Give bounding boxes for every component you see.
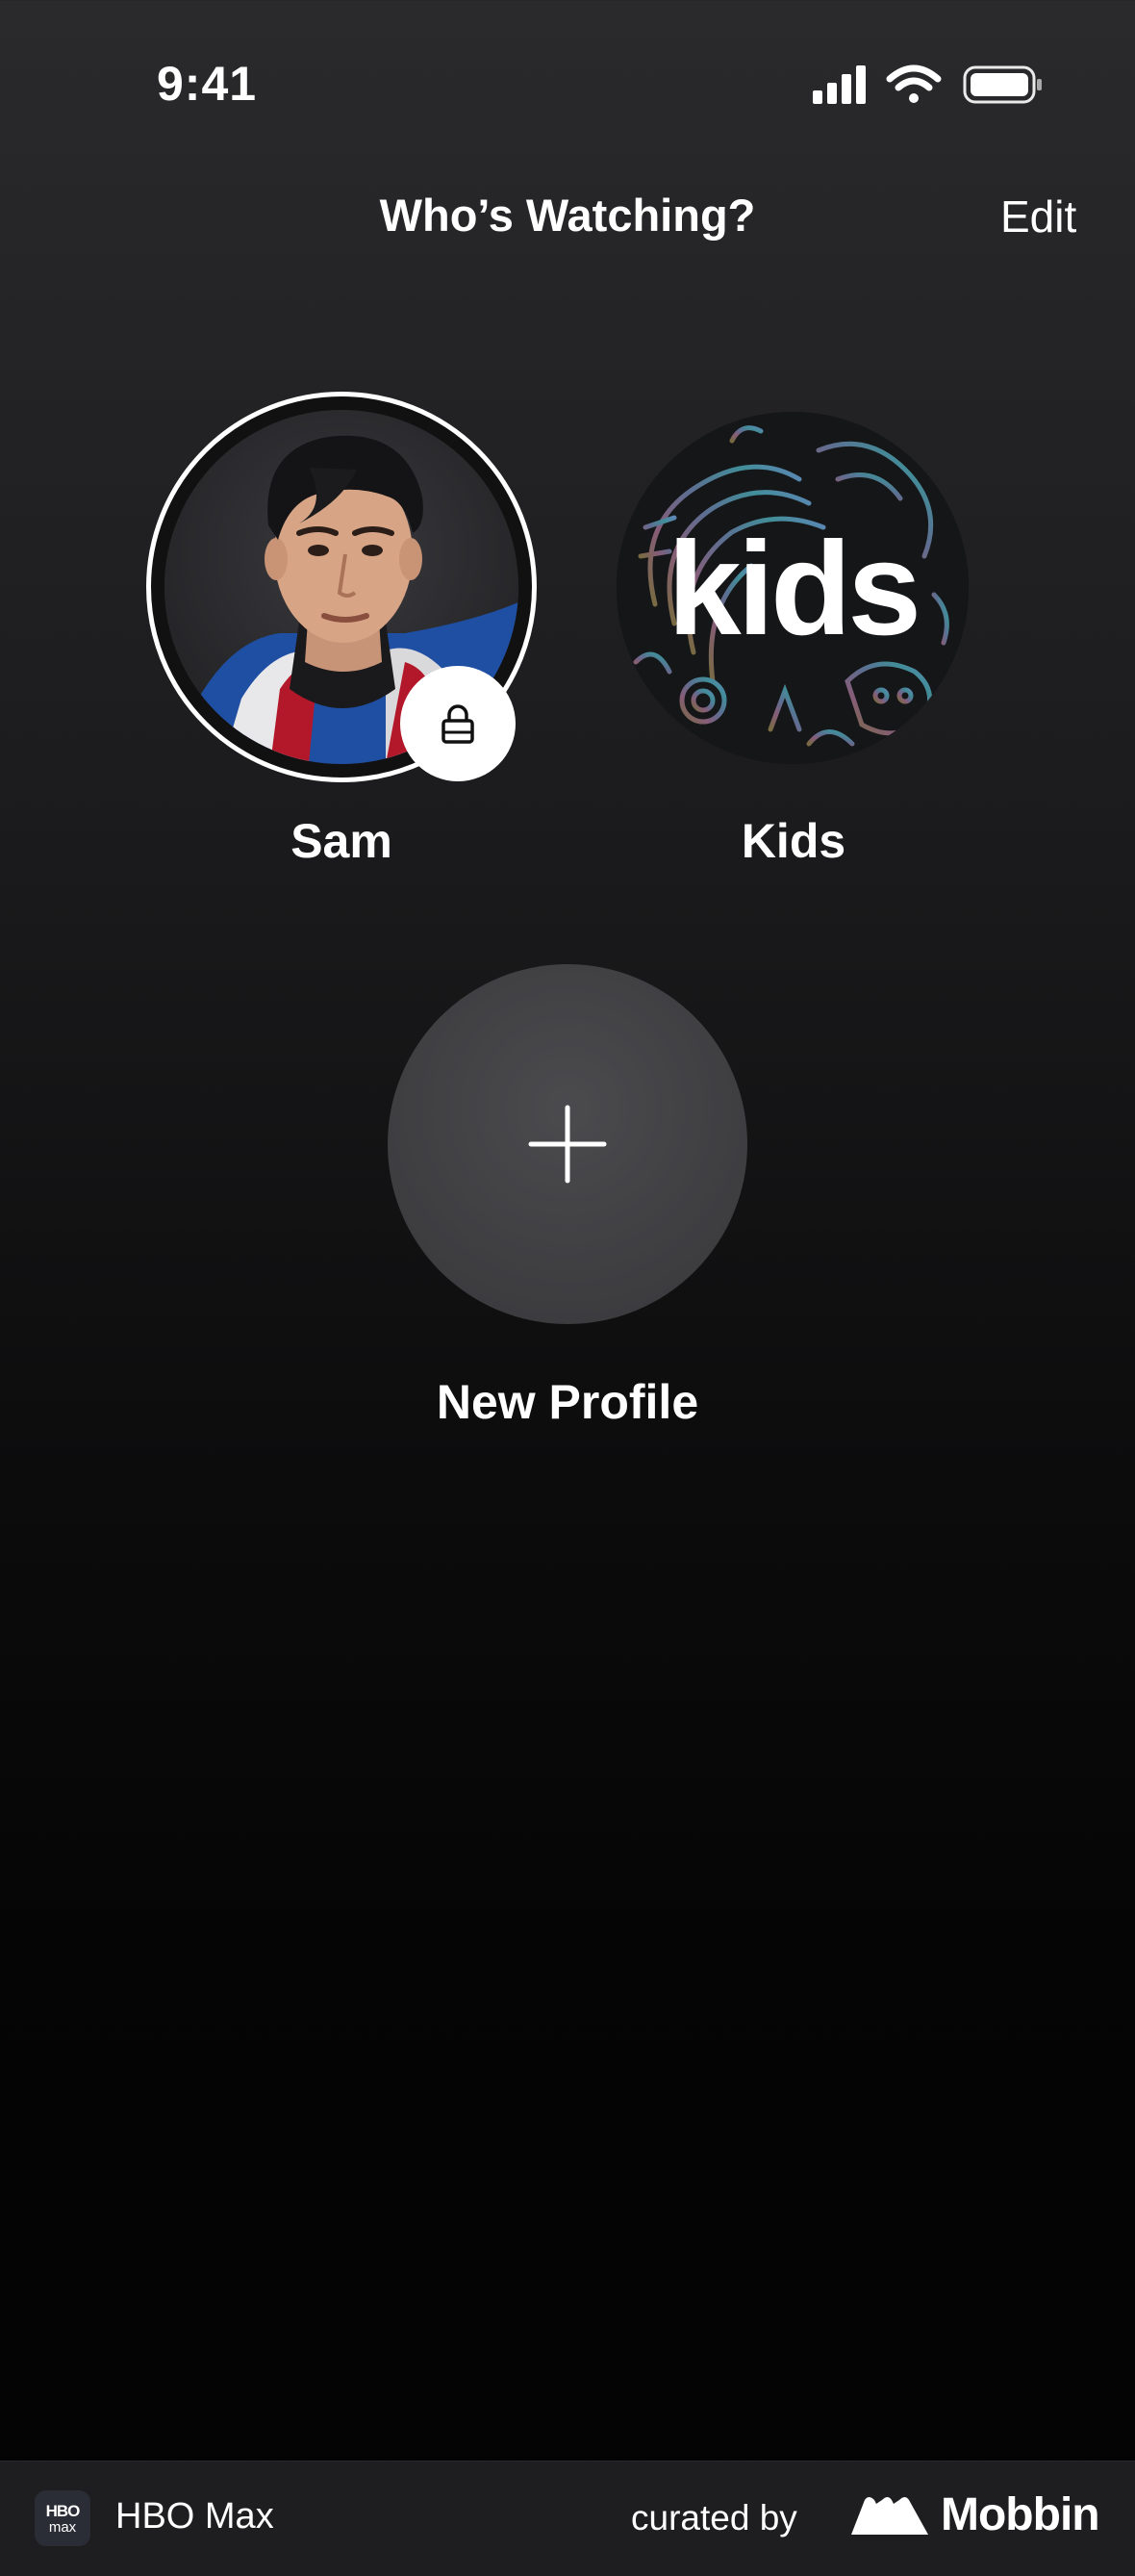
app-icon-line1: HBO: [45, 2501, 81, 2520]
kids-avatar-text: kids: [667, 515, 921, 663]
app-icon-line2: max: [48, 2518, 77, 2536]
new-profile-label[interactable]: New Profile: [0, 1374, 1135, 1430]
cellular-signal-icon: [813, 65, 866, 104]
status-icons: [813, 64, 1044, 106]
status-time: 9:41: [157, 57, 258, 111]
edit-button[interactable]: Edit: [1000, 191, 1076, 242]
lock-icon: [441, 704, 474, 744]
lock-badge: [400, 666, 516, 781]
wifi-icon: [886, 64, 942, 103]
plus-icon: [528, 1105, 607, 1184]
new-profile-button[interactable]: [388, 964, 747, 1324]
mobbin-brand: Mobbin: [941, 2489, 1100, 2540]
page-title: Who’s Watching?: [379, 190, 756, 241]
profile-name-kids: Kids: [741, 814, 846, 868]
curated-by-label: curated by: [631, 2498, 797, 2538]
app-name: HBO Max: [115, 2496, 274, 2537]
profile-avatar-kids[interactable]: kids: [617, 412, 969, 764]
profile-name-sam: Sam: [290, 814, 392, 868]
battery-icon: [963, 65, 1042, 104]
app-icon: HBO max: [35, 2490, 90, 2546]
mobbin-logo-icon: [851, 2496, 930, 2541]
